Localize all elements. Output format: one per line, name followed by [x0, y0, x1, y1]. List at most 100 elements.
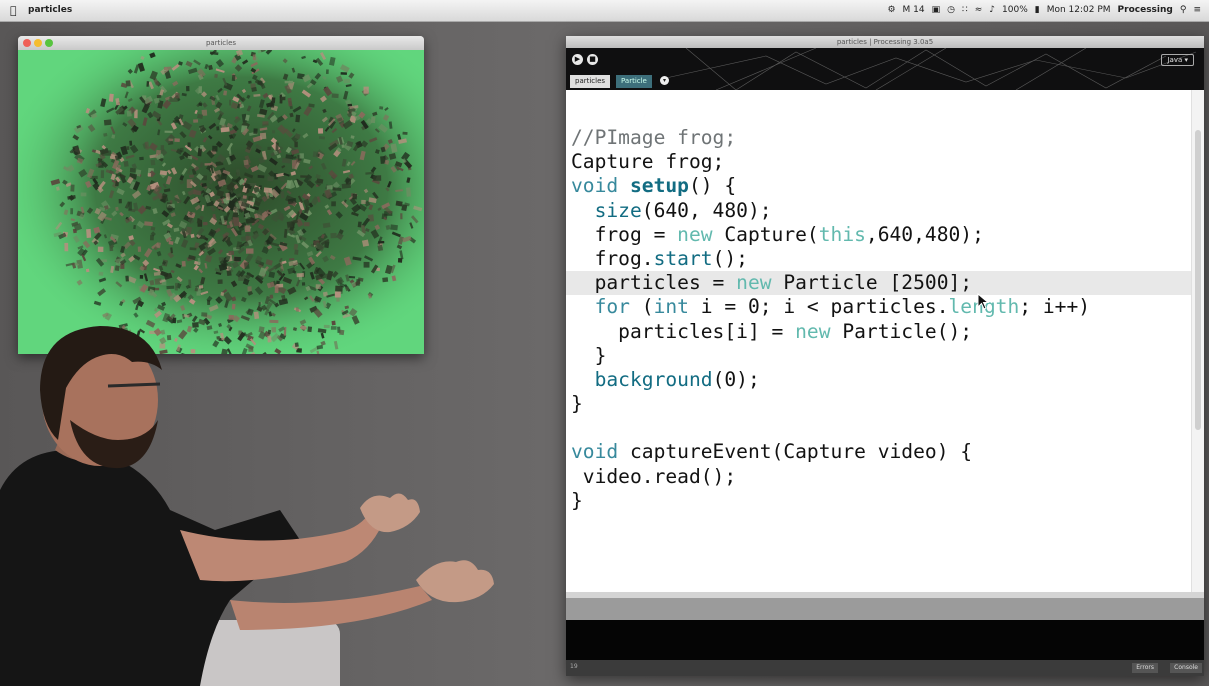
particle — [257, 80, 263, 86]
volume-icon[interactable]: ♪ — [989, 5, 995, 15]
code-line[interactable]: void setup() { — [571, 174, 1192, 198]
particle — [197, 147, 202, 157]
sketch-title-bar[interactable]: particles — [18, 36, 424, 50]
minimize-window-icon[interactable] — [34, 39, 42, 47]
particle — [231, 74, 236, 82]
code-token: Particle(); — [830, 319, 973, 343]
particle — [251, 86, 257, 92]
code-token: for — [594, 295, 630, 319]
particle — [166, 285, 175, 290]
code-token: particles = — [571, 271, 737, 295]
mouse-cursor-icon — [977, 293, 990, 310]
message-area — [566, 598, 1204, 620]
particle — [200, 145, 204, 150]
wifi-icon[interactable]: ≈ — [975, 5, 983, 15]
code-line[interactable]: //PImage frog; — [571, 126, 1192, 150]
particle — [303, 222, 310, 227]
apple-menu-icon[interactable]:  — [10, 4, 17, 17]
editor-vertical-scrollbar[interactable] — [1191, 90, 1204, 592]
particle — [341, 183, 351, 189]
particle — [234, 256, 241, 262]
particle — [168, 138, 174, 142]
console-button[interactable]: Console — [1170, 663, 1202, 673]
code-line[interactable]: } — [571, 392, 1192, 416]
particle — [244, 225, 251, 233]
code-line[interactable]: particles[i] = new Particle(); — [571, 320, 1192, 344]
stop-button[interactable]: ■ — [587, 54, 598, 65]
particle — [223, 90, 228, 96]
tab-menu-arrow-icon[interactable]: ▾ — [660, 76, 669, 85]
particle — [70, 208, 74, 215]
particle — [233, 217, 240, 227]
code-token: ( — [629, 295, 654, 319]
code-line[interactable]: Capture frog; — [571, 150, 1192, 174]
particle — [402, 131, 408, 135]
particle — [243, 159, 249, 166]
particle — [300, 175, 308, 178]
particle — [274, 286, 279, 293]
tab-particles[interactable]: particles — [570, 75, 611, 88]
code-line[interactable] — [571, 416, 1192, 440]
code-text[interactable]: //PImage frog; Capture frog; void setup() … — [566, 126, 1192, 513]
particle — [103, 119, 112, 126]
particle — [80, 192, 87, 197]
code-line[interactable]: size(640, 480); — [571, 199, 1192, 223]
close-window-icon[interactable] — [23, 39, 31, 47]
spotlight-search-icon[interactable]: ⚲ — [1180, 5, 1187, 15]
particle — [193, 119, 199, 123]
code-line[interactable]: } — [571, 489, 1192, 513]
particle — [406, 187, 411, 197]
scrollbar-thumb[interactable] — [1195, 130, 1201, 430]
code-line[interactable]: video.read(); — [571, 465, 1192, 489]
particle — [102, 150, 112, 156]
particle — [296, 272, 304, 278]
particle — [355, 278, 361, 286]
particle — [267, 146, 272, 150]
bluetooth-icon[interactable]: ∷ — [962, 5, 968, 15]
display-icon[interactable]: ▣ — [932, 5, 941, 15]
particle — [363, 261, 370, 268]
zoom-window-icon[interactable] — [45, 39, 53, 47]
console-area[interactable] — [566, 620, 1204, 660]
ide-title-bar[interactable]: particles | Processing 3.0a5 — [566, 36, 1204, 48]
particle — [347, 103, 353, 107]
code-line[interactable]: frog.start(); — [571, 247, 1192, 271]
particle — [186, 86, 190, 92]
particle — [228, 250, 235, 256]
particle — [85, 268, 90, 273]
code-line[interactable]: void captureEvent(Capture video) { — [571, 440, 1192, 464]
code-line[interactable]: particles = new Particle [2500]; — [566, 271, 1192, 296]
errors-button[interactable]: Errors — [1132, 663, 1158, 673]
menu-clock[interactable]: Mon 12:02 PM — [1047, 5, 1111, 15]
menu-user[interactable]: Processing — [1118, 5, 1173, 15]
particle — [348, 275, 356, 279]
menu-app-name[interactable]: particles — [28, 5, 72, 15]
clock-icon[interactable]: ◷ — [947, 5, 955, 15]
particle — [129, 140, 133, 146]
code-token: setup — [629, 174, 689, 198]
sync-icon[interactable]: ⚙ — [887, 5, 895, 15]
particle — [174, 282, 179, 291]
particle — [220, 127, 230, 133]
code-editor[interactable]: //PImage frog; Capture frog; void setup() … — [566, 90, 1192, 592]
battery-percent[interactable]: 100% — [1002, 5, 1028, 15]
notification-list-icon[interactable]: ≡ — [1193, 5, 1201, 15]
presenter-figure — [0, 326, 494, 686]
mode-selector[interactable]: Java ▾ — [1161, 54, 1194, 66]
code-token: new — [795, 319, 831, 343]
code-line[interactable]: for (int i = 0; i < particles.length; i+… — [571, 295, 1192, 319]
run-button[interactable]: ▶ — [572, 54, 583, 65]
code-token: Particle [2500]; — [771, 271, 973, 295]
menu-bar:  particles ⚙ M 14 ▣ ◷ ∷ ≈ ♪ 100% ▮ Mon … — [0, 0, 1209, 22]
code-line[interactable]: frog = new Capture(this,640,480); — [571, 223, 1192, 247]
particle — [295, 114, 301, 123]
sketch-window-title: particles — [205, 39, 237, 47]
code-line[interactable]: } — [571, 344, 1192, 368]
code-token: ; i++) — [1019, 295, 1091, 319]
particle — [125, 80, 131, 87]
ide-toolbar: ▶ ■ Java ▾ particles Particle ▾ — [566, 48, 1204, 90]
mail-count[interactable]: M 14 — [903, 5, 925, 15]
tab-particle[interactable]: Particle — [616, 75, 652, 88]
code-token: (640, 480); — [641, 198, 772, 222]
code-line[interactable]: background(0); — [571, 368, 1192, 392]
